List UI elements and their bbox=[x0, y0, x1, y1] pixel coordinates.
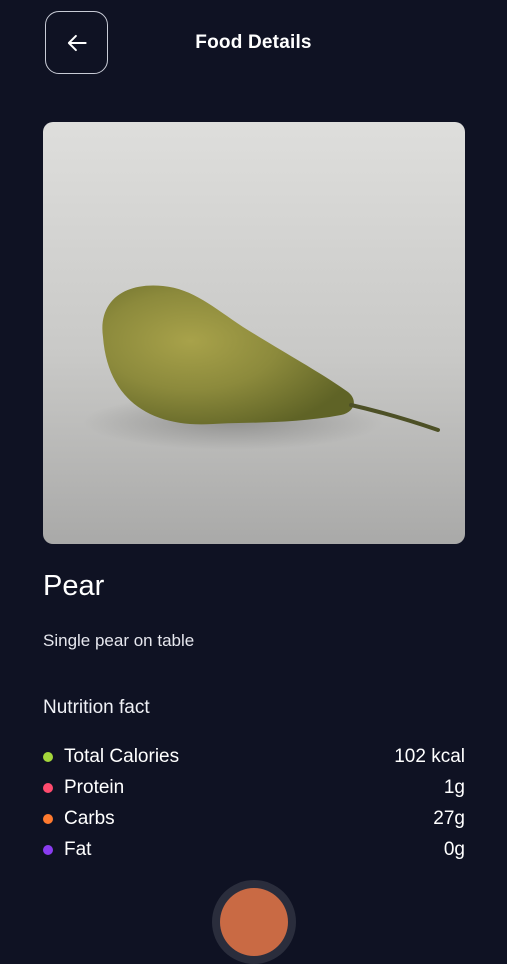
food-description: Single pear on table bbox=[43, 631, 195, 650]
nutrition-value: 102 kcal bbox=[394, 746, 465, 767]
nutrition-label: Carbs bbox=[64, 808, 115, 829]
nutrition-value: 1g bbox=[443, 777, 465, 798]
food-image bbox=[43, 122, 465, 544]
food-name: Pear bbox=[43, 570, 105, 602]
nutrition-row-calories: Total Calories 102 kcal bbox=[43, 744, 465, 770]
fat-dot-icon bbox=[43, 845, 53, 855]
nutrition-label: Total Calories bbox=[64, 746, 180, 767]
bottom-action-button[interactable] bbox=[212, 880, 296, 964]
bottom-action-button-inner bbox=[220, 888, 288, 956]
nutrition-row-carbs: Carbs 27g bbox=[43, 806, 465, 832]
nutrition-row-protein: Protein 1g bbox=[43, 775, 465, 801]
protein-dot-icon bbox=[43, 783, 53, 793]
nutrition-value: 0g bbox=[443, 839, 465, 860]
nutrition-value: 27g bbox=[433, 808, 465, 829]
nutrition-label: Protein bbox=[64, 777, 125, 798]
nutrition-row-fat: Fat 0g bbox=[43, 837, 465, 863]
nutrition-label: Fat bbox=[64, 839, 92, 860]
page-title: Food Details bbox=[195, 32, 312, 53]
carbs-dot-icon bbox=[43, 814, 53, 824]
nutrition-title: Nutrition fact bbox=[43, 697, 150, 718]
calories-dot-icon bbox=[43, 752, 53, 762]
